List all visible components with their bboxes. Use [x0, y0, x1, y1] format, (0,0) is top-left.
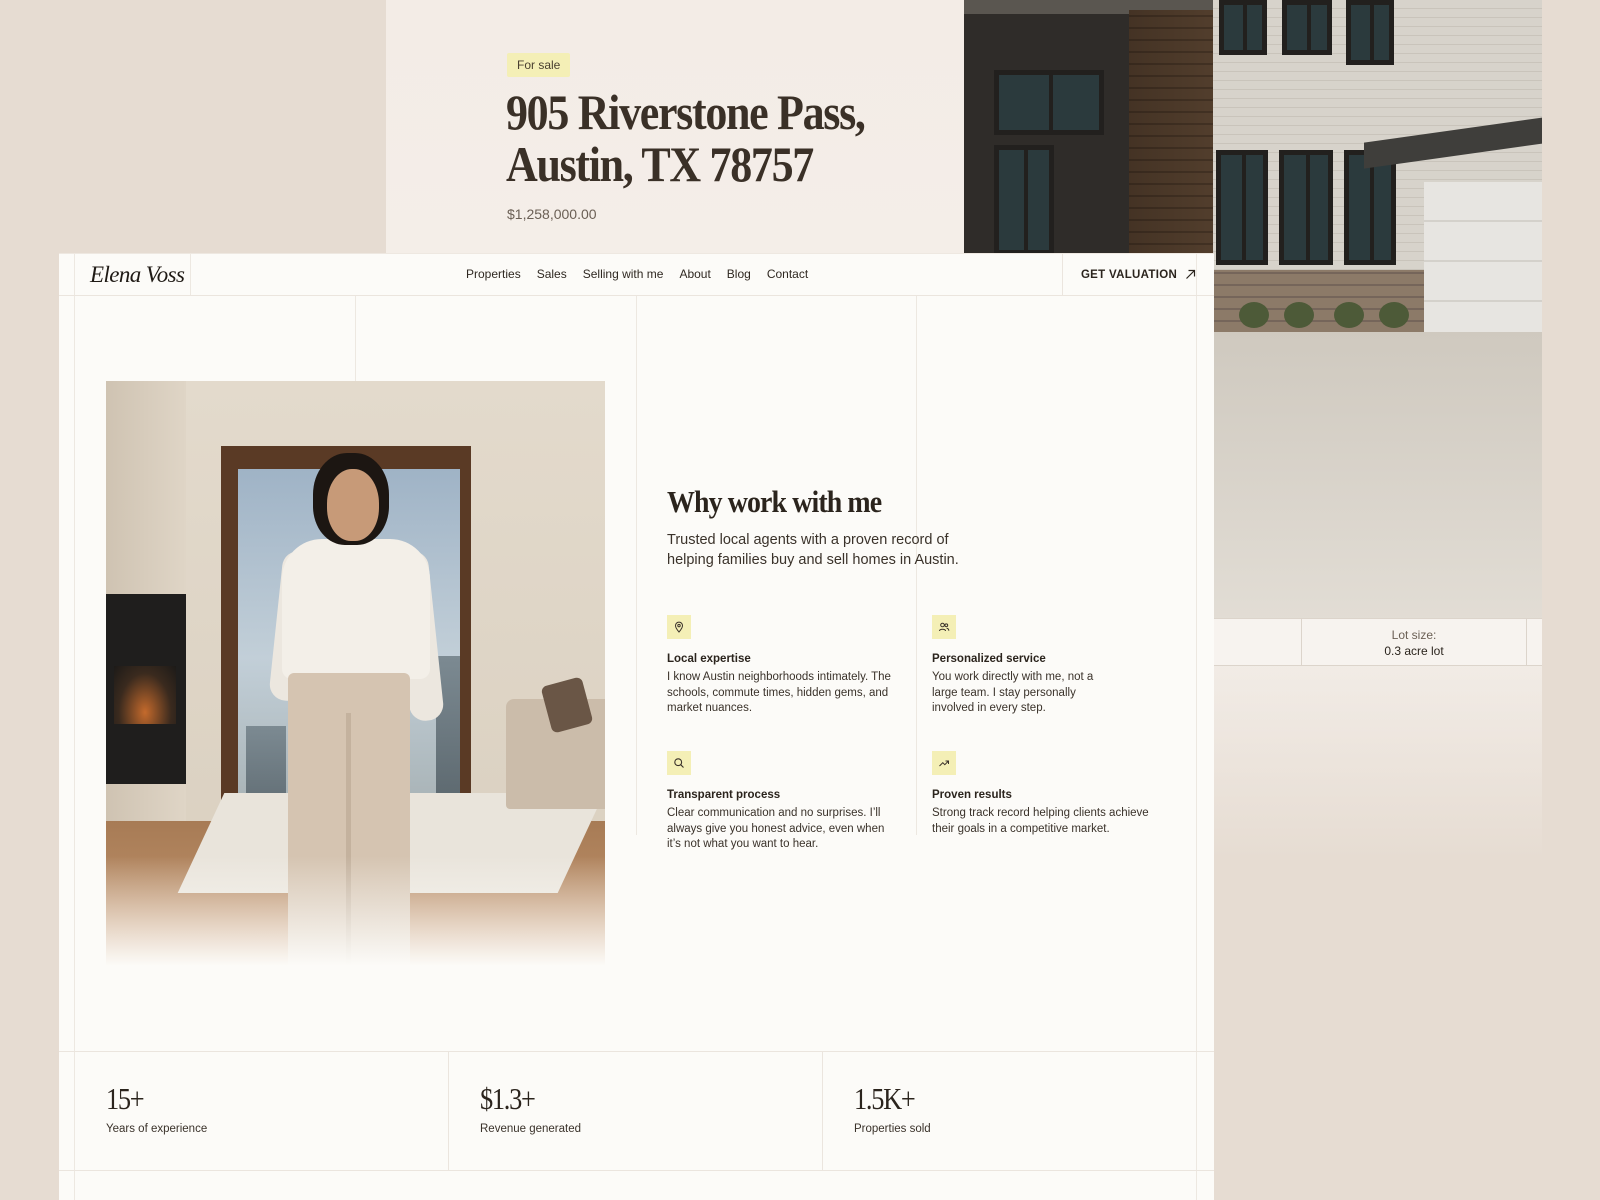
trending-up-icon [932, 751, 956, 775]
stat-value: $1.3+ [480, 1081, 536, 1116]
nav-properties[interactable]: Properties [466, 267, 521, 281]
listing-price: $1,258,000.00 [507, 206, 597, 222]
listing-specs-row: e: Lot size: 0.3 acre lot [1205, 618, 1542, 666]
why-subtitle: Trusted local agents with a proven recor… [667, 532, 959, 568]
get-valuation-label: GET VALUATION [1080, 268, 1178, 281]
stat-label: Revenue generated [480, 1123, 582, 1135]
stat-revenue-generated: $1.3+ Revenue generated [480, 1081, 581, 1135]
feature-proven-results: Proven results Strong track record helpi… [932, 751, 1172, 837]
feature-title: Personalized service [932, 653, 1046, 665]
spec-lot-value: 0.3 acre lot [1384, 644, 1444, 658]
stat-label: Properties sold [854, 1123, 931, 1135]
get-valuation-button[interactable]: GET VALUATION [1062, 254, 1214, 295]
stat-value: 1.5K+ [854, 1081, 916, 1116]
feature-title: Transparent process [667, 789, 781, 801]
map-pin-icon [667, 615, 691, 639]
why-title: Why work with me [667, 484, 882, 519]
stat-years-experience: 15+ Years of experience [106, 1081, 207, 1135]
feature-local-expertise: Local expertise I know Austin neighborho… [667, 615, 907, 717]
feature-text: Clear communication and no surprises. I’… [667, 807, 885, 850]
feature-title: Local expertise [667, 653, 751, 665]
site-logo[interactable]: Elena Voss [90, 262, 185, 288]
spec-lot-size: Lot size: 0.3 acre lot [1301, 619, 1527, 665]
feature-personalized-service: Personalized service You work directly w… [932, 615, 1112, 717]
agent-photo [106, 381, 605, 966]
search-icon [667, 751, 691, 775]
nav-blog[interactable]: Blog [727, 267, 751, 281]
arrow-up-right-icon [1186, 269, 1196, 279]
nav-contact[interactable]: Contact [767, 267, 808, 281]
main-nav: Properties Sales Selling with me About B… [466, 267, 808, 281]
stat-properties-sold: 1.5K+ Properties sold [854, 1081, 931, 1135]
spec-lot-label: Lot size: [1391, 628, 1437, 642]
for-sale-badge: For sale [507, 53, 571, 77]
feature-title: Proven results [932, 789, 1012, 801]
nav-selling-with-me[interactable]: Selling with me [583, 267, 664, 281]
users-icon [932, 615, 956, 639]
feature-text: Strong track record helping clients achi… [932, 807, 1149, 835]
stat-value: 15+ [106, 1081, 145, 1116]
nav-about[interactable]: About [679, 267, 710, 281]
stat-label: Years of experience [106, 1123, 208, 1135]
feature-text: I know Austin neighborhoods intimately. … [667, 671, 891, 714]
feature-transparent-process: Transparent process Clear communication … [667, 751, 887, 853]
listing-title: 905 Riverstone Pass, Austin, TX 78757 [506, 84, 866, 192]
nav-sales[interactable]: Sales [537, 267, 567, 281]
feature-text: You work directly with me, not a large t… [932, 671, 1094, 714]
agent-site-card: Elena Voss Properties Sales Selling with… [59, 254, 1214, 1200]
